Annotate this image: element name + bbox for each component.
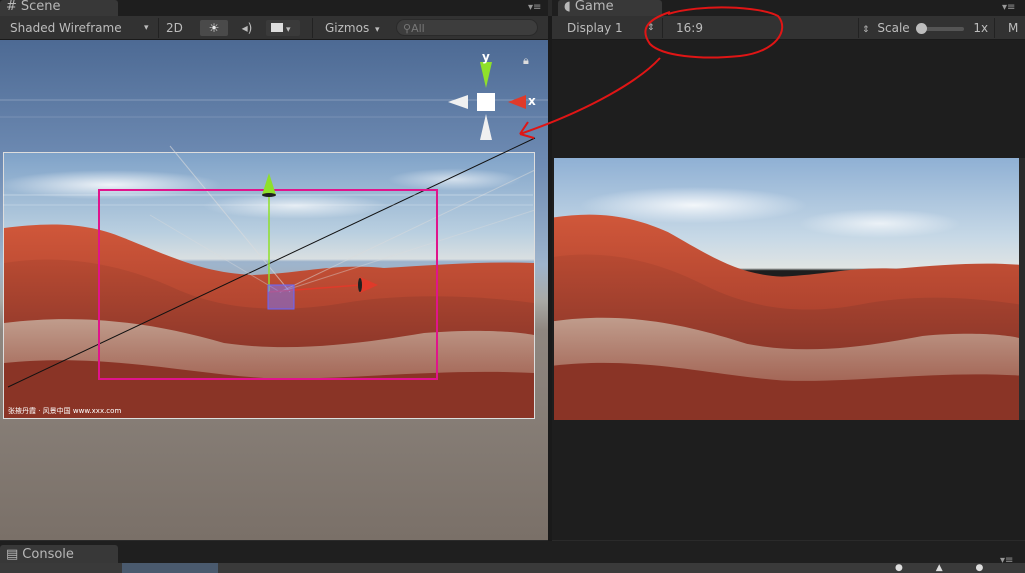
audio-toggle-button[interactable]: ◂) (236, 20, 258, 36)
axis-y-label: y (482, 50, 490, 64)
updown-icon: ⇕ (862, 25, 870, 35)
toolbar-separator (662, 18, 663, 38)
shading-mode-label: Shaded Wireframe (10, 21, 122, 35)
error-icon[interactable]: ● (976, 563, 984, 573)
shading-mode-dropdown[interactable]: Shaded Wireframe ▾ (10, 20, 156, 36)
toolbar-separator (858, 18, 859, 38)
console-status-icons: ● ▲ ● (895, 563, 1015, 573)
toolbar-separator (158, 18, 159, 38)
display-label: Display 1 (567, 21, 623, 35)
console-button-group[interactable] (122, 563, 218, 573)
maximize-on-play-button[interactable]: M (1008, 20, 1018, 36)
console-icon: ▤ (6, 547, 19, 562)
scene-tabstrip: # Scene ▾≡ (0, 0, 548, 16)
chevron-down-icon: ▾ (375, 25, 380, 35)
info-icon[interactable]: ● (895, 563, 903, 573)
console-toolbar: ● ▲ ● (0, 563, 1025, 573)
scene-viewport[interactable]: 张掖丹霞 · 风景中国 www.xxx.com y x 🔒︎ (0, 40, 548, 540)
game-tab-menu-icon[interactable]: ▾≡ (1002, 2, 1015, 13)
slider-thumb[interactable] (915, 22, 927, 34)
lock-icon[interactable]: 🔒︎ (523, 54, 529, 68)
display-dropdown[interactable]: Display 1 ⇕ (567, 20, 657, 36)
tab-game[interactable]: ◖ Game (558, 0, 662, 16)
chevron-down-icon: ▾ (144, 23, 149, 33)
scale-value: 1x (973, 21, 989, 35)
speaker-icon: ◂) (241, 21, 253, 35)
game-viewport[interactable] (552, 40, 1025, 540)
gizmos-dropdown[interactable]: Gizmos ▾ (325, 20, 380, 36)
toolbar-separator (312, 18, 313, 38)
gizmos-label: Gizmos (325, 21, 370, 35)
tab-scene-label: Scene (20, 0, 61, 14)
scene-search-input[interactable]: ⚲All (396, 19, 538, 36)
tab-console-label: Console (22, 547, 74, 562)
updown-icon: ⇕ (647, 23, 655, 33)
tab-game-label: Game (574, 0, 614, 14)
search-placeholder: All (411, 22, 425, 35)
image-icon (271, 23, 283, 32)
toolbar-separator (994, 18, 995, 38)
aspect-dropdown[interactable]: 16:9 (676, 20, 866, 36)
lighting-toggle-button[interactable]: ☀ (200, 20, 228, 36)
scene-hash-icon: # (6, 0, 17, 14)
chevron-down-icon: ▾ (286, 25, 291, 35)
scene-toolbar: Shaded Wireframe ▾ 2D ☀ ◂) ▾ Gizmos ▾ ⚲A… (0, 16, 548, 40)
scale-label: Scale (877, 21, 910, 35)
scene-orientation-gizmo[interactable]: y x (444, 50, 544, 144)
warning-icon[interactable]: ▲ (936, 563, 943, 573)
game-tabstrip: ◖ Game ▾≡ (552, 0, 1025, 16)
sun-icon: ☀ (208, 21, 220, 35)
aspect-label: 16:9 (676, 21, 703, 35)
game-right-edge (1019, 158, 1025, 420)
game-red-hills-image (554, 214, 1019, 420)
scale-control[interactable]: ⇕ Scale 1x (862, 20, 988, 36)
axis-x-label: x (528, 94, 536, 108)
search-icon: ⚲ (403, 22, 412, 35)
scene-tab-menu-icon[interactable]: ▾≡ (528, 2, 541, 13)
tab-scene[interactable]: # Scene (0, 0, 118, 16)
scale-slider[interactable] (915, 22, 964, 34)
game-render-image (554, 158, 1019, 420)
tab-console[interactable]: ▤ Console (0, 545, 118, 565)
game-toolbar: Display 1 ⇕ 16:9 ⇕ Scale 1x M (552, 16, 1025, 40)
effects-toggle-button[interactable]: ▾ (266, 20, 300, 36)
game-pacman-icon: ◖ (564, 0, 571, 14)
toggle-2d-button[interactable]: 2D (166, 20, 183, 36)
